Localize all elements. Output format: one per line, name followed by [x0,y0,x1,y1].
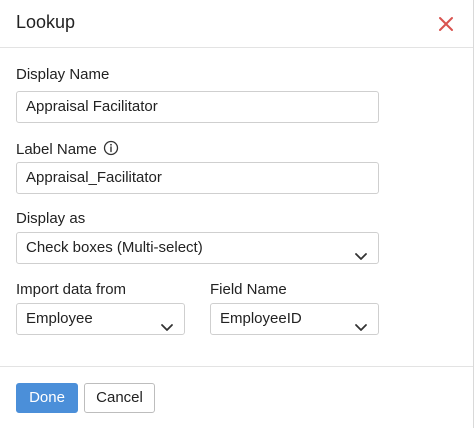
field-name-value: EmployeeID [220,310,302,327]
display-as-value: Check boxes (Multi-select) [26,239,203,256]
dialog-title: Lookup [16,12,76,32]
close-icon[interactable] [436,14,456,34]
chevron-down-icon [354,314,368,331]
import-data-from-value: Employee [26,310,93,327]
label-name-label: Label Name [16,140,119,158]
info-icon[interactable] [103,140,119,156]
display-name-input[interactable]: Appraisal Facilitator [16,91,379,123]
cancel-button[interactable]: Cancel [84,383,155,413]
field-name-select[interactable]: EmployeeID [210,303,379,335]
display-as-select[interactable]: Check boxes (Multi-select) [16,232,379,264]
dialog-header: Lookup [0,0,473,48]
label-name-input[interactable]: Appraisal_Facilitator [16,162,379,194]
display-as-label: Display as [16,210,86,227]
chevron-down-icon [354,243,368,260]
import-data-from-label: Import data from [16,281,127,298]
field-name-label: Field Name [210,281,287,298]
chevron-down-icon [160,314,174,331]
dialog-footer: Done Cancel [0,366,473,428]
lookup-dialog: Lookup Display Name Appraisal Facilitato… [0,0,474,428]
display-name-label: Display Name [16,66,110,83]
import-data-from-select[interactable]: Employee [16,303,185,335]
label-name-text: Label Name [16,141,97,158]
done-button[interactable]: Done [16,383,78,413]
